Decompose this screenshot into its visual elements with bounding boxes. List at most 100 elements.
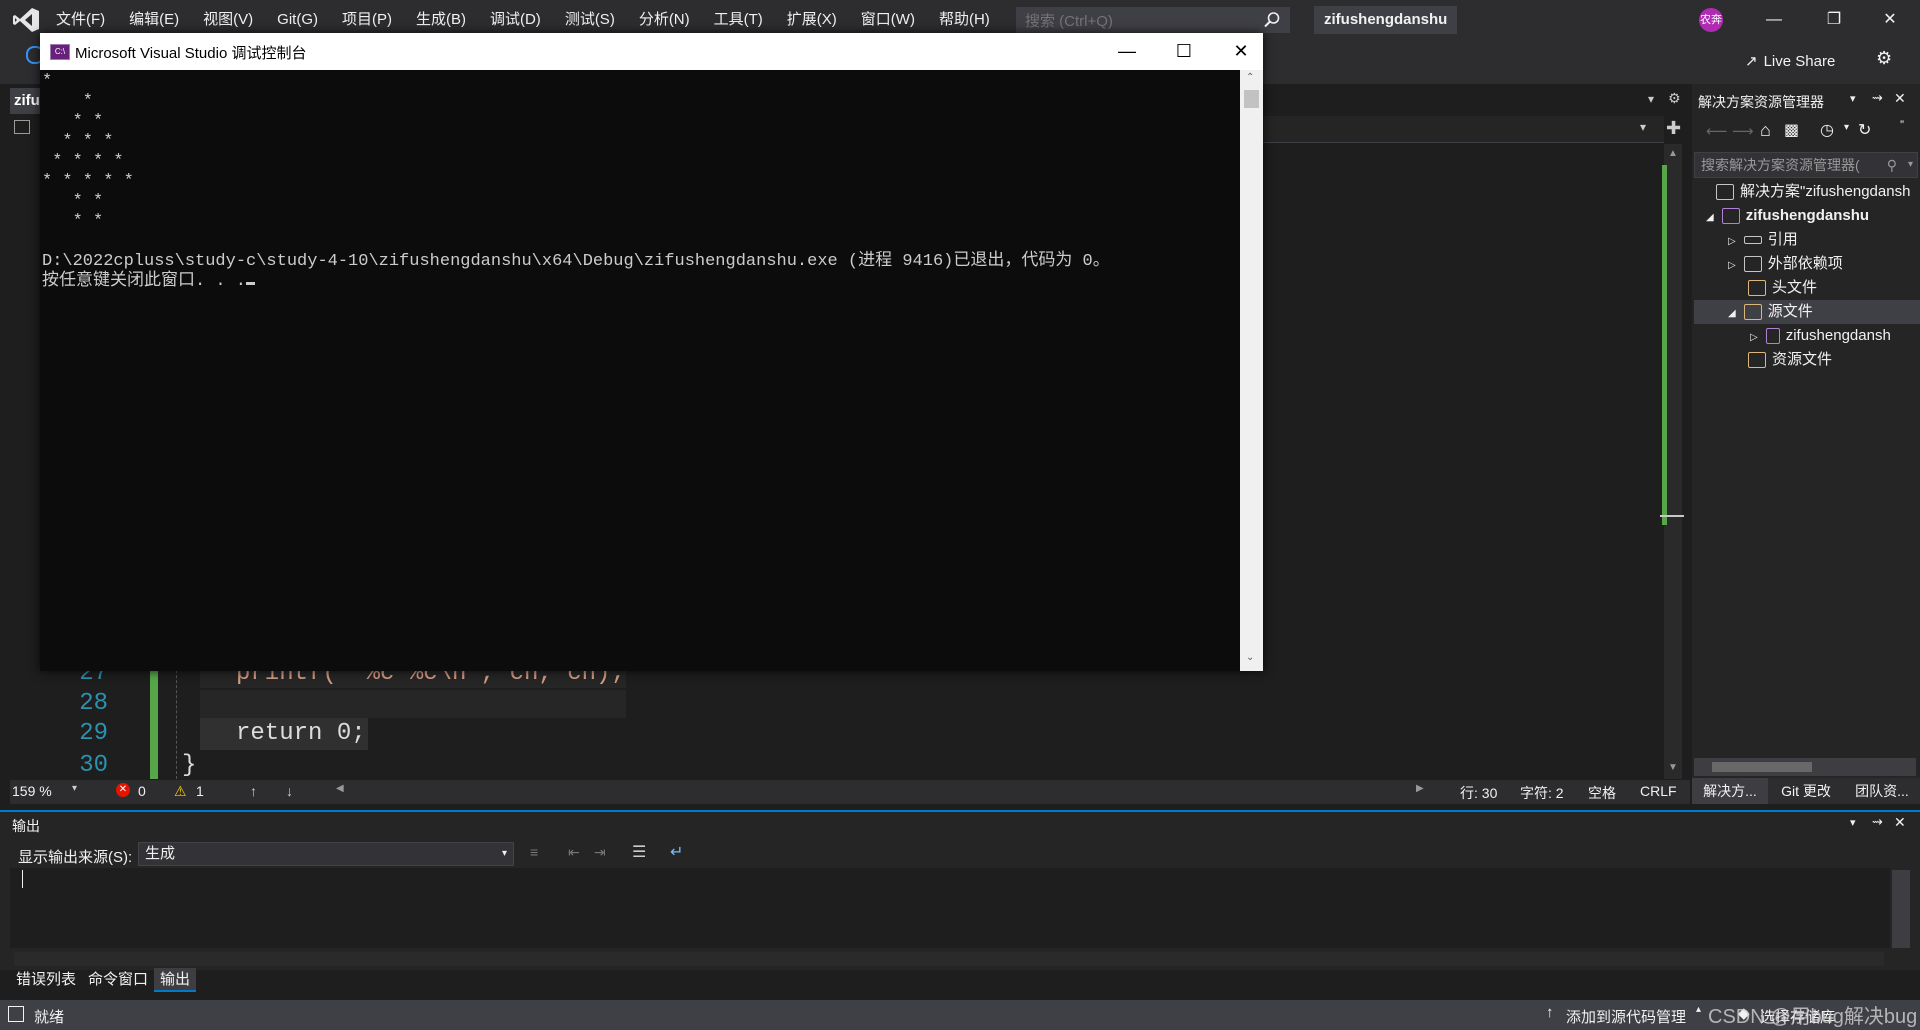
solution-search-box[interactable]: 搜索解决方案资源管理器( ⚲ ▾ xyxy=(1694,152,1918,178)
scroll-up-arrow-icon[interactable]: ▲ xyxy=(1668,148,1678,159)
panel-options-dropdown-icon[interactable]: ▾ xyxy=(1850,816,1856,829)
close-panel-icon[interactable]: ✕ xyxy=(1894,90,1906,107)
console-minimize-icon[interactable]: — xyxy=(1098,33,1156,70)
solution-explorer-toolbar: ⟵ ⟶ ⌂ ▩ ◷ ▾ ↻ ” xyxy=(1694,118,1920,148)
next-arrow-icon[interactable]: ↓ xyxy=(286,783,293,799)
pending-changes-icon[interactable]: ◷ xyxy=(1820,120,1834,140)
search-icon[interactable] xyxy=(1263,11,1281,29)
close-icon[interactable]: ✕ xyxy=(1868,4,1912,36)
console-output: * * * * * * * * * * * * * * * * * * * * … xyxy=(42,72,1232,292)
chevron-down-icon[interactable]: ▾ xyxy=(1908,153,1913,177)
project-icon xyxy=(1721,208,1740,225)
chevron-down-icon[interactable]: ▾ xyxy=(1640,120,1646,134)
console-vertical-scrollbar[interactable]: ⌃ ⌄ xyxy=(1240,70,1263,671)
tab-output[interactable]: 输出 xyxy=(154,968,197,992)
tree-item-source-file[interactable]: ▷ zifushengdansh xyxy=(1694,324,1920,348)
feedback-icon[interactable]: ⚙ xyxy=(1876,48,1892,69)
output-vertical-scrollbar[interactable] xyxy=(1892,870,1910,948)
tree-item-external-dependencies[interactable]: ▷ 外部依赖项 xyxy=(1694,252,1920,276)
cursor-line[interactable]: 行: 30 xyxy=(1460,783,1497,803)
console-close-icon[interactable]: ✕ xyxy=(1212,33,1270,70)
scroll-down-arrow-icon[interactable]: ⌄ xyxy=(1246,652,1254,663)
close-panel-icon[interactable]: ✕ xyxy=(1894,814,1906,831)
split-editor-icon[interactable]: ✚ xyxy=(1666,118,1681,139)
back-arrow-icon[interactable]: ⟵ xyxy=(1706,122,1728,140)
visual-studio-logo-icon[interactable] xyxy=(12,7,40,33)
tree-item-label: 源文件 xyxy=(1767,303,1813,320)
error-count[interactable]: 0 xyxy=(138,783,146,799)
error-icon[interactable]: ✕ xyxy=(116,783,130,797)
clear-all-icon[interactable]: ☰ xyxy=(632,842,646,862)
cpp-file-icon xyxy=(1765,328,1780,345)
tab-list-dropdown-icon[interactable]: ▾ xyxy=(1648,92,1654,106)
scroll-down-arrow-icon[interactable]: ▼ xyxy=(1668,762,1678,773)
panel-options-dropdown-icon[interactable]: ▾ xyxy=(1850,92,1856,105)
home-icon[interactable]: ⌂ xyxy=(1760,120,1771,141)
settings-gear-icon[interactable]: ⚙ xyxy=(1668,90,1681,107)
more-options-icon[interactable]: ” xyxy=(1900,118,1904,132)
tree-item-project[interactable]: ◢ zifushengdanshu xyxy=(1694,204,1920,228)
console-title-bar[interactable]: C:\ Microsoft Visual Studio 调试控制台 — ☐ ✕ xyxy=(40,33,1263,70)
tab-solution-explorer[interactable]: 解决方... xyxy=(1692,778,1768,804)
tree-item-source-files[interactable]: ◢ 源文件 xyxy=(1694,300,1920,324)
tree-item-header-files[interactable]: 头文件 xyxy=(1694,276,1920,300)
zoom-dropdown-icon[interactable]: ▾ xyxy=(72,783,77,794)
word-wrap-icon[interactable]: ↵ xyxy=(670,842,683,862)
output-horizontal-scrollbar[interactable] xyxy=(14,952,1884,966)
user-avatar[interactable]: 农奔 xyxy=(1699,8,1723,32)
debug-console-window[interactable]: C:\ Microsoft Visual Studio 调试控制台 — ☐ ✕ … xyxy=(40,33,1263,671)
previous-arrow-icon[interactable]: ↑ xyxy=(250,783,257,799)
console-app-icon: C:\ xyxy=(50,44,70,60)
find-message-icon[interactable]: ≡ xyxy=(530,844,538,860)
output-text-area[interactable] xyxy=(10,868,1890,948)
cursor-char[interactable]: 字符: 2 xyxy=(1520,783,1564,803)
scroll-left-arrow-icon[interactable]: ◀ xyxy=(336,783,344,794)
pin-icon[interactable]: ⇝ xyxy=(1872,90,1883,106)
live-share-button[interactable]: ↗ Live Share xyxy=(1745,48,1835,76)
scroll-right-arrow-icon[interactable]: ▶ xyxy=(1416,783,1424,794)
collapsed-arrow-icon[interactable]: ▷ xyxy=(1728,260,1736,271)
next-message-icon[interactable]: ⇥ xyxy=(594,844,606,861)
tab-command-window[interactable]: 命令窗口 xyxy=(82,968,154,992)
refresh-icon[interactable]: ↻ xyxy=(1858,120,1871,140)
previous-message-icon[interactable]: ⇤ xyxy=(568,844,580,861)
console-line: 按任意键关闭此窗口. . . xyxy=(42,272,247,291)
tree-item-references[interactable]: ▷ 引用 xyxy=(1694,228,1920,252)
tree-item-label: 外部依赖项 xyxy=(1767,255,1843,272)
restore-icon[interactable]: ❐ xyxy=(1812,4,1856,36)
zoom-level[interactable]: 159 % xyxy=(12,783,52,799)
tree-item-label: zifushengdansh xyxy=(1785,327,1891,344)
scrollbar-thumb[interactable] xyxy=(1244,90,1259,108)
expanded-arrow-icon[interactable]: ◢ xyxy=(1728,308,1736,319)
watermark-text: CSDN @用bug解决bug xyxy=(1708,1006,1918,1028)
scrollbar-change-marker xyxy=(1662,165,1667,525)
search-input[interactable] xyxy=(1017,8,1257,34)
expanded-arrow-icon[interactable]: ◢ xyxy=(1706,212,1714,223)
collapsed-arrow-icon[interactable]: ▷ xyxy=(1750,332,1758,343)
tab-error-list[interactable]: 错误列表 xyxy=(10,968,82,992)
indentation-mode[interactable]: 空格 xyxy=(1588,783,1616,803)
tab-git-changes[interactable]: Git 更改 xyxy=(1768,778,1844,804)
tree-item-resource-files[interactable]: 资源文件 xyxy=(1694,348,1920,372)
dependencies-icon xyxy=(1743,256,1762,273)
pin-icon[interactable]: ⇝ xyxy=(1872,814,1883,830)
tab-team-explorer[interactable]: 团队资... xyxy=(1844,778,1920,804)
scroll-up-arrow-icon[interactable]: ⌃ xyxy=(1246,72,1254,83)
switch-views-icon[interactable]: ▩ xyxy=(1784,120,1799,140)
chevron-up-icon[interactable]: ▴ xyxy=(1696,1004,1701,1015)
minimize-icon[interactable]: — xyxy=(1752,4,1796,36)
warning-icon[interactable]: ⚠ xyxy=(174,783,187,800)
scrollbar-thumb[interactable] xyxy=(1712,762,1812,772)
tree-item-solution[interactable]: 解决方案"zifushengdansh xyxy=(1694,180,1920,204)
forward-arrow-icon[interactable]: ⟶ xyxy=(1732,122,1754,140)
collapsed-arrow-icon[interactable]: ▷ xyxy=(1728,236,1736,247)
search-icon[interactable]: ⚲ xyxy=(1887,153,1897,177)
add-to-source-control[interactable]: 添加到源代码管理 xyxy=(1566,1006,1686,1027)
warning-count[interactable]: 1 xyxy=(196,783,204,799)
output-source-select[interactable]: 生成 ▾ xyxy=(138,842,514,866)
console-maximize-icon[interactable]: ☐ xyxy=(1155,33,1213,70)
chevron-down-icon[interactable]: ▾ xyxy=(1844,122,1849,133)
chevron-down-icon[interactable]: ▾ xyxy=(502,843,507,865)
solution-horizontal-scrollbar[interactable] xyxy=(1694,758,1916,776)
line-ending[interactable]: CRLF xyxy=(1640,783,1677,799)
